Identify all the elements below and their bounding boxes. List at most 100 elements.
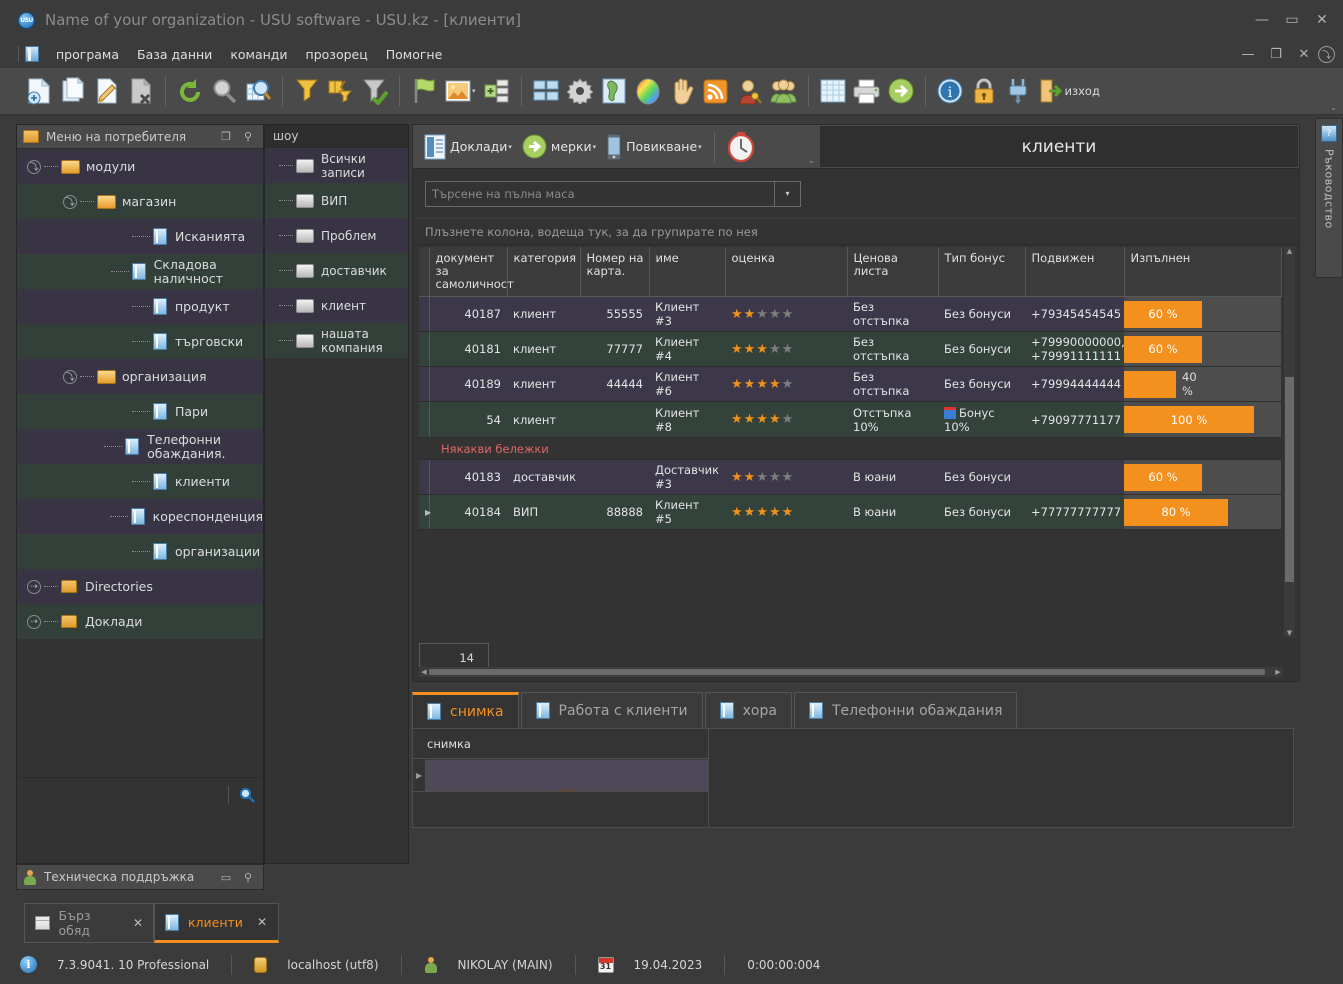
tab-снимка[interactable]: снимка (412, 692, 519, 728)
menu-item-program[interactable]: програма (47, 44, 128, 65)
mdi-minimize-button[interactable]: — (1234, 43, 1262, 65)
reports-button[interactable]: Доклади ▾ (419, 130, 517, 164)
image-icon[interactable]: ▾ (441, 74, 480, 108)
row-indicator[interactable] (419, 401, 430, 438)
sidebar-item-организация[interactable]: ⤵ организация (17, 359, 263, 394)
table-row[interactable]: 40187 клиент 55555 Клиент #3 ★★★★★ Без отстъп… (419, 296, 1281, 332)
tab-хора[interactable]: хора (704, 692, 792, 728)
row-indicator[interactable] (419, 366, 430, 402)
grid-view-icon[interactable] (529, 74, 563, 108)
sidebar-item-пари[interactable]: Пари (17, 394, 263, 429)
export-icon[interactable] (884, 74, 918, 108)
grid-column-header[interactable]: име (649, 247, 726, 297)
scroll-left-arrow-icon[interactable]: ◀ (419, 668, 429, 676)
tree-expander-icon[interactable]: ⇢ (27, 579, 41, 594)
grid-column-header[interactable]: оценка (725, 247, 848, 297)
delete-document-icon[interactable] (124, 74, 158, 108)
lock-icon[interactable] (967, 74, 1001, 108)
row-indicator[interactable] (419, 459, 430, 495)
menu-item-commands[interactable]: команди (221, 44, 296, 65)
mdi-collapse-button[interactable]: ⤵ (1318, 45, 1335, 63)
clock-icon[interactable] (722, 130, 760, 164)
show-item-доставчик[interactable]: доставчик (265, 253, 408, 288)
table-row[interactable]: 40189 клиент 44444 Клиент #6 ★★★★★ Без отстъп… (419, 366, 1281, 402)
grid-column-header[interactable]: документ за самоличност (429, 247, 514, 297)
sidebar-item-кореспонденция[interactable]: кореспонденция (17, 499, 263, 534)
show-item-нашата-компания[interactable]: нашата компания (265, 323, 408, 358)
toolbar-overflow-icon[interactable]: ⌄ (1330, 103, 1337, 112)
copy-document-icon[interactable] (56, 74, 90, 108)
chevron-down-icon[interactable]: ▾ (593, 143, 597, 151)
group-users-icon[interactable] (767, 74, 801, 108)
tree-expander-icon[interactable]: ⤵ (63, 194, 77, 209)
show-item-вип[interactable]: ВИП (265, 183, 408, 218)
grid-vertical-scrollbar[interactable]: ▲ ▼ (1284, 247, 1295, 637)
plug-icon[interactable] (1001, 74, 1035, 108)
table-row[interactable]: 54 клиент Клиент #8 ★★★★★ Отстъпка 10% Бонус … (419, 401, 1281, 438)
document-toolbar-overflow-icon[interactable]: ⌄ (808, 156, 815, 165)
grid-column-header[interactable]: Ценова листа (847, 247, 939, 297)
tree-expander-icon[interactable]: ⤵ (27, 159, 41, 174)
sidebar-item-магазин[interactable]: ⤵ магазин (17, 184, 263, 219)
support-restore-button[interactable]: ▭ (217, 871, 235, 884)
grid-column-header[interactable]: категория (507, 247, 581, 297)
scroll-up-arrow-icon[interactable]: ▲ (1284, 247, 1295, 255)
mdi-close-button[interactable]: ✕ (1290, 43, 1318, 65)
grid-column-header[interactable]: Изпълнен (1124, 247, 1282, 297)
sidebar-item-организации[interactable]: организации (17, 534, 263, 569)
map-icon[interactable] (597, 74, 631, 108)
table-row[interactable]: 40181 клиент 77777 Клиент #4 ★★★★★ Без отстъп… (419, 331, 1281, 367)
filter-column-icon[interactable] (324, 74, 358, 108)
search-icon[interactable] (239, 787, 255, 803)
grid-column-header[interactable]: Тип бонус (938, 247, 1026, 297)
print-icon[interactable] (850, 74, 884, 108)
support-pin-button[interactable]: ⚲ (239, 871, 257, 884)
sidebar-item-directories[interactable]: ⇢ Directories (17, 569, 263, 604)
group-note-row[interactable]: Някакви бележки (419, 437, 1281, 460)
filter-apply-icon[interactable] (358, 74, 392, 108)
filter-icon[interactable] (290, 74, 324, 108)
show-item-всички-записи[interactable]: Всички записи (265, 148, 408, 183)
search-table-icon[interactable] (241, 74, 275, 108)
sidebar-item-продукт[interactable]: продукт (17, 289, 263, 324)
chevron-down-icon[interactable]: ▾ (472, 87, 476, 95)
exit-label[interactable]: изход (1065, 84, 1100, 98)
refresh-icon[interactable] (173, 74, 207, 108)
minimize-button[interactable]: — (1247, 6, 1277, 34)
tree-expander-icon[interactable]: ⇢ (27, 614, 41, 629)
hand-icon[interactable] (665, 74, 699, 108)
tab-телефонни-обаждания[interactable]: Телефонни обаждания (793, 692, 1018, 728)
show-item-клиент[interactable]: клиент (265, 288, 408, 323)
grid-horizontal-scrollbar[interactable]: ◀ ▶ (419, 667, 1283, 677)
sidebar-item-исканията[interactable]: Исканията (17, 219, 263, 254)
tab-работа-с-клиенти[interactable]: Работа с клиенти (520, 692, 703, 728)
layout-add-icon[interactable] (480, 74, 514, 108)
search-input[interactable]: Търсене на пълна маса (425, 180, 775, 207)
chevron-down-icon[interactable]: ▾ (508, 143, 512, 151)
color-palette-icon[interactable] (631, 74, 665, 108)
scroll-down-arrow-icon[interactable]: ▼ (1284, 629, 1295, 637)
panel-pin-button[interactable]: ⚲ (239, 130, 257, 143)
exit-icon[interactable]: изход (1035, 74, 1104, 108)
maximize-button[interactable]: ▭ (1277, 6, 1307, 34)
technical-support-panel[interactable]: Техническа поддръжка ▭ ⚲ (16, 864, 264, 890)
call-button[interactable]: Повикване ▾ (601, 130, 707, 164)
measures-button[interactable]: мерки ▾ (517, 130, 601, 164)
row-indicator[interactable]: ▶ (419, 494, 431, 530)
new-document-icon[interactable] (22, 74, 56, 108)
settings-gear-icon[interactable] (563, 74, 597, 108)
panel-restore-button[interactable]: ❐ (217, 130, 235, 143)
taskbar-close-button[interactable]: ✕ (257, 915, 267, 929)
sidebar-item-търговски[interactable]: търговски (17, 324, 263, 359)
grid-column-header[interactable]: Подвижен (1025, 247, 1125, 297)
menu-item-window[interactable]: прозорец (297, 44, 377, 65)
guide-panel[interactable]: ? Ръководство (1315, 118, 1343, 278)
tree-expander-icon[interactable]: ⤵ (63, 369, 77, 384)
search-dropdown-button[interactable]: ▾ (775, 180, 801, 207)
show-item-проблем[interactable]: Проблем (265, 218, 408, 253)
grid-column-header[interactable]: Номер на карта. (580, 247, 650, 297)
edit-document-icon[interactable] (90, 74, 124, 108)
scrollbar-thumb[interactable] (1285, 377, 1294, 582)
group-by-hint[interactable]: Плъзнете колона, водеща тук, за да групи… (413, 219, 1299, 245)
menu-item-database[interactable]: База данни (128, 44, 221, 65)
